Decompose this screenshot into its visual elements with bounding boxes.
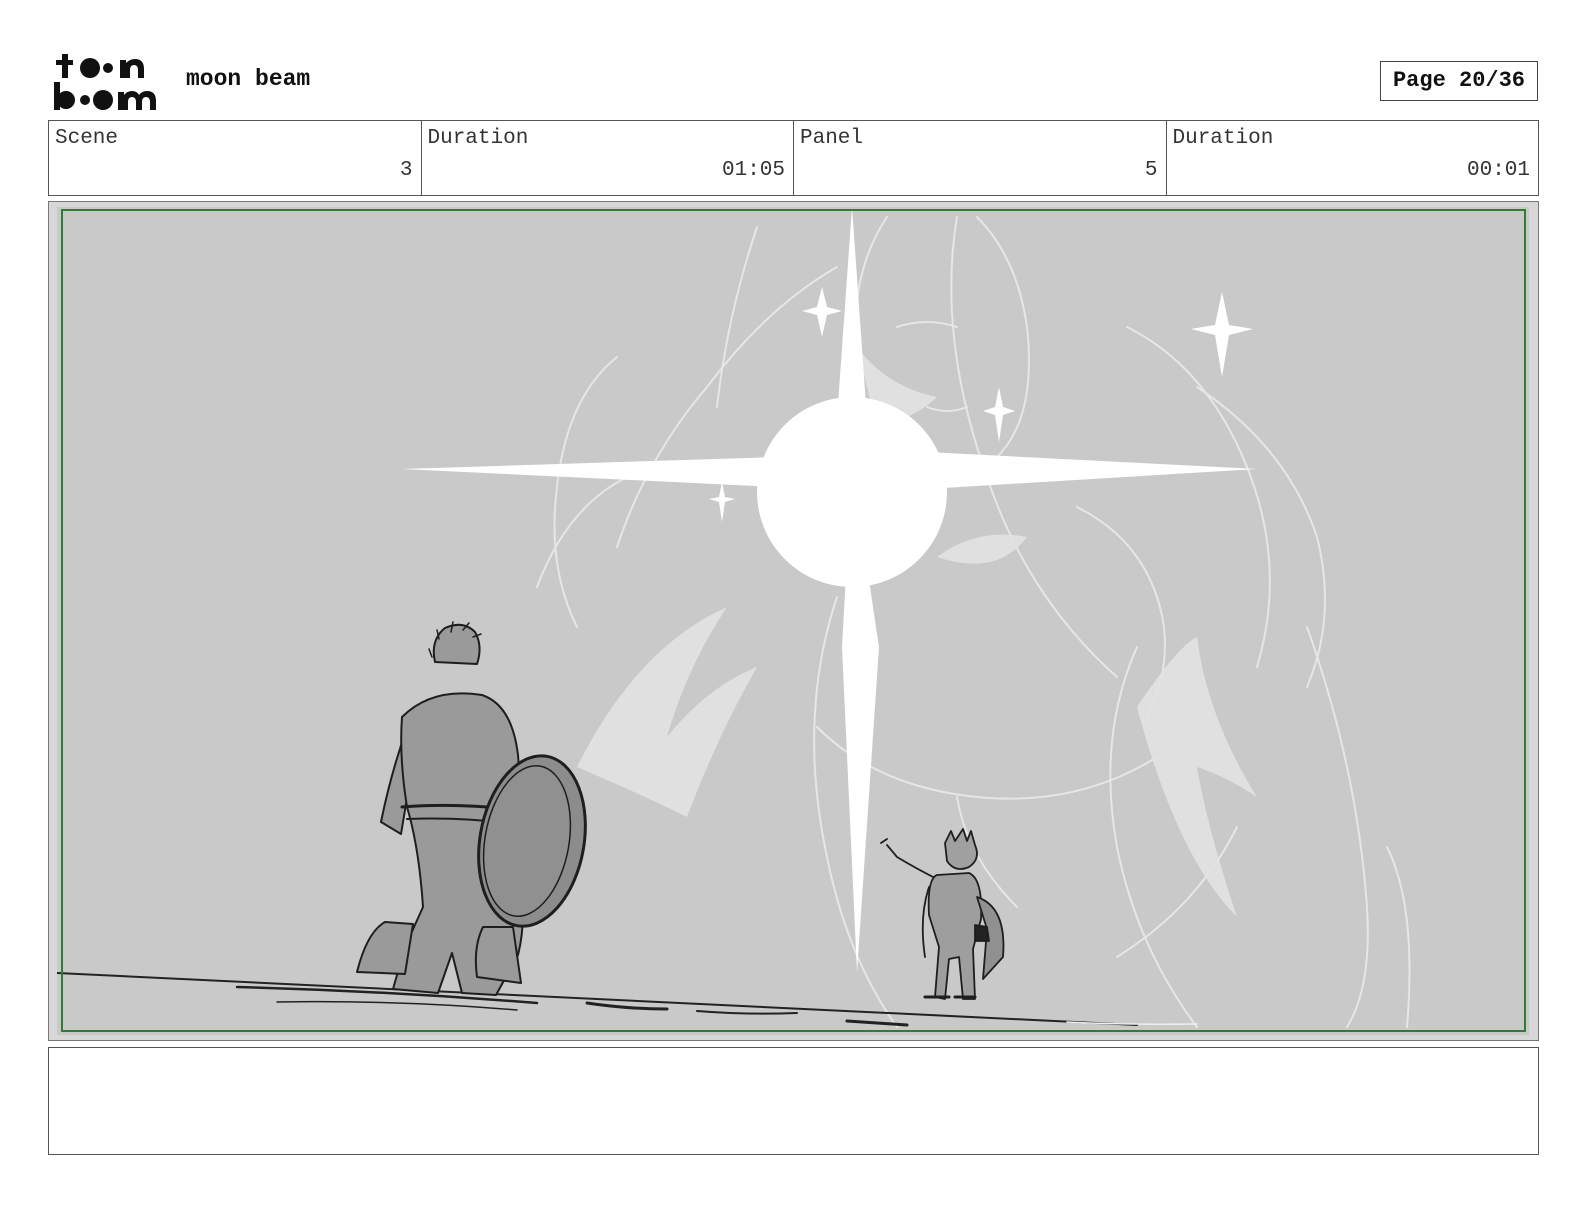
project-title: moon beam: [186, 66, 311, 92]
scene-duration-label: Duration: [427, 127, 529, 150]
scene-label: Scene: [55, 127, 119, 150]
panel-duration-label: Duration: [1172, 127, 1274, 150]
scene-value: 3: [399, 159, 413, 182]
page-indicator: Page 20/36: [1380, 61, 1538, 101]
scene-duration-value: 01:05: [721, 159, 785, 182]
panel-cell: Panel 5: [794, 121, 1167, 195]
panel-value: 5: [1144, 159, 1158, 182]
storyboard-panel: [48, 201, 1539, 1041]
scene-cell: Scene 3: [49, 121, 422, 195]
panel-duration-cell: Duration 00:01: [1167, 121, 1539, 195]
toonboom-logo: toon boom: [54, 54, 156, 110]
scene-duration-cell: Duration 01:05: [422, 121, 794, 195]
panel-notes[interactable]: [48, 1047, 1539, 1155]
panel-duration-value: 00:01: [1466, 159, 1530, 182]
panel-info-table: Scene 3 Duration 01:05 Panel 5 Duration …: [48, 120, 1539, 196]
panel-drawing: [57, 207, 1529, 1035]
panel-label: Panel: [800, 127, 864, 150]
